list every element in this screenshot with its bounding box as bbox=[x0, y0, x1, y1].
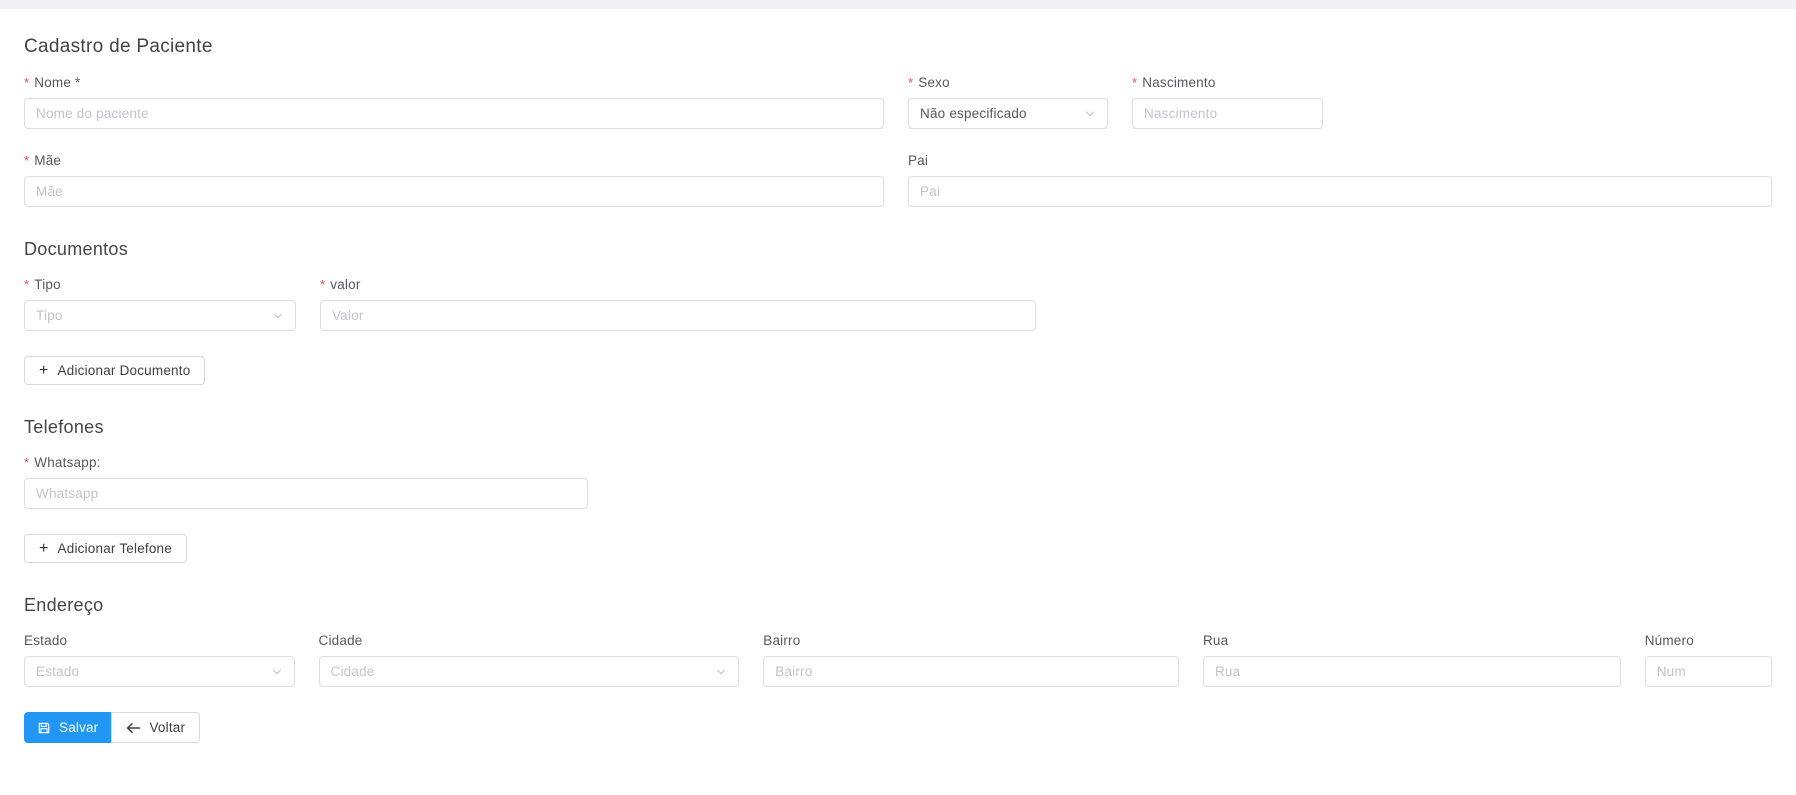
estado-label: Estado bbox=[24, 633, 68, 648]
valor-label: * valor bbox=[320, 277, 361, 292]
required-asterisk: * bbox=[24, 75, 30, 90]
row-whatsapp: * Whatsapp: bbox=[24, 455, 1772, 509]
back-label: Voltar bbox=[149, 720, 186, 735]
patient-form: Cadastro de Paciente *Nome * *Sexo Não e… bbox=[0, 36, 1796, 743]
form-actions: Salvar Voltar bbox=[24, 712, 1772, 743]
required-asterisk: * bbox=[320, 277, 326, 292]
save-label: Salvar bbox=[59, 720, 99, 735]
sexo-selected-value: Não especificado bbox=[920, 106, 1027, 121]
required-asterisk: * bbox=[24, 277, 30, 292]
rua-input[interactable] bbox=[1202, 656, 1621, 687]
sexo-select[interactable]: Não especificado bbox=[908, 98, 1108, 129]
section-title-endereco: Endereço bbox=[24, 595, 104, 615]
nascimento-input[interactable] bbox=[1132, 98, 1323, 129]
chevron-down-icon bbox=[1084, 108, 1096, 120]
add-document-label: Adicionar Documento bbox=[57, 363, 191, 378]
row-nome-sexo-nascimento: *Nome * *Sexo Não especificado *Nascimen… bbox=[24, 75, 1772, 129]
field-bairro: Bairro bbox=[763, 633, 1179, 687]
add-phone-button[interactable]: + Adicionar Telefone bbox=[24, 534, 187, 563]
required-asterisk: * bbox=[908, 75, 914, 90]
field-tipo: * Tipo Tipo bbox=[24, 277, 296, 331]
bairro-label: Bairro bbox=[763, 633, 801, 648]
section-title-telefones: Telefones bbox=[24, 417, 104, 437]
field-valor: * valor bbox=[320, 277, 1036, 331]
save-button[interactable]: Salvar bbox=[24, 712, 112, 743]
row-tipo-valor: * Tipo Tipo * valor bbox=[24, 277, 1772, 331]
add-document-button[interactable]: + Adicionar Documento bbox=[24, 356, 206, 385]
bairro-input[interactable] bbox=[763, 656, 1179, 687]
nascimento-label: * Nascimento bbox=[1132, 75, 1216, 90]
page-title: Cadastro de Paciente bbox=[24, 36, 213, 57]
valor-input[interactable] bbox=[320, 300, 1036, 331]
whatsapp-input[interactable] bbox=[24, 478, 588, 509]
nome-label: * Nome * bbox=[24, 75, 81, 90]
add-phone-label: Adicionar Telefone bbox=[57, 541, 172, 556]
field-cidade: Cidade Cidade bbox=[318, 633, 740, 687]
telefones-actions: + Adicionar Telefone bbox=[24, 534, 1772, 563]
chevron-down-icon bbox=[715, 666, 727, 678]
field-pai: Pai bbox=[908, 153, 1772, 207]
nome-input[interactable] bbox=[24, 98, 884, 129]
field-numero: Número bbox=[1644, 633, 1772, 687]
field-sexo: * Sexo Não especificado bbox=[908, 75, 1108, 129]
row-endereco: Estado Estado Cidade Cidade Bairro Bairr… bbox=[24, 633, 1772, 687]
estado-placeholder: Estado bbox=[36, 664, 80, 679]
plus-icon: + bbox=[39, 361, 49, 379]
tipo-placeholder: Tipo bbox=[36, 308, 63, 323]
field-nome: * Nome * bbox=[24, 75, 884, 129]
top-strip bbox=[0, 0, 1796, 9]
cidade-label: Cidade bbox=[318, 633, 363, 648]
field-whatsapp: * Whatsapp: bbox=[24, 455, 588, 509]
cidade-select[interactable]: Cidade bbox=[318, 656, 740, 687]
numero-label: Número bbox=[1644, 633, 1694, 648]
chevron-down-icon bbox=[271, 666, 283, 678]
pai-input[interactable] bbox=[908, 176, 1772, 207]
cidade-placeholder: Cidade bbox=[330, 664, 375, 679]
documentos-actions: + Adicionar Documento bbox=[24, 356, 1772, 385]
field-rua: Rua bbox=[1202, 633, 1621, 687]
tipo-label: * Tipo bbox=[24, 277, 61, 292]
sexo-label: * Sexo bbox=[908, 75, 950, 90]
arrow-left-icon bbox=[126, 722, 141, 734]
save-icon bbox=[37, 721, 51, 735]
mae-label: * Mãe bbox=[24, 153, 62, 168]
row-mae-pai: *Mãe Pai bbox=[24, 153, 1772, 207]
chevron-down-icon bbox=[272, 310, 284, 322]
back-button[interactable]: Voltar bbox=[111, 712, 201, 743]
field-mae: * Mãe bbox=[24, 153, 884, 207]
field-nascimento: * Nascimento bbox=[1132, 75, 1323, 129]
tipo-select[interactable]: Tipo bbox=[24, 300, 296, 331]
whatsapp-label: * Whatsapp: bbox=[24, 455, 101, 470]
required-asterisk: * bbox=[24, 153, 30, 168]
plus-icon: + bbox=[39, 539, 49, 557]
required-asterisk: * bbox=[24, 455, 30, 470]
mae-input[interactable] bbox=[24, 176, 884, 207]
field-estado: Estado Estado bbox=[24, 633, 295, 687]
rua-label: Rua bbox=[1202, 633, 1229, 648]
numero-input[interactable] bbox=[1644, 656, 1772, 687]
pai-label: Pai bbox=[908, 153, 929, 168]
section-title-documentos: Documentos bbox=[24, 239, 129, 259]
required-asterisk: * bbox=[1132, 75, 1138, 90]
estado-select[interactable]: Estado bbox=[24, 656, 295, 687]
